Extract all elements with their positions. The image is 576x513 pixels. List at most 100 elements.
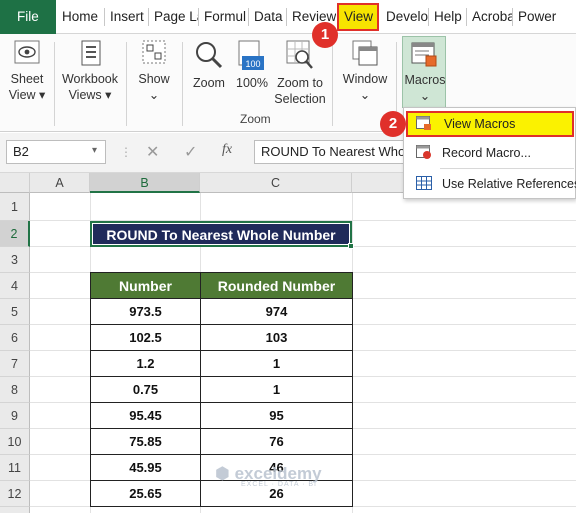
workbook-views-button[interactable]: Workbook Views ▾: [58, 38, 122, 110]
macros-icon: [411, 42, 437, 67]
callout-badge-2: 2: [380, 111, 406, 137]
callout-badge-1: 1: [312, 22, 338, 48]
cell-number[interactable]: 1.2: [90, 350, 201, 377]
sheet-view-label-2: View ▾: [8, 88, 46, 102]
record-macro-icon: [416, 145, 431, 159]
fill-handle[interactable]: [348, 243, 354, 249]
name-box-dropdown-icon[interactable]: ▾: [92, 145, 97, 156]
row-header[interactable]: 3: [0, 247, 30, 273]
sheet-view-label: Sheet: [10, 72, 44, 86]
cell-number[interactable]: 973.5: [90, 298, 201, 325]
ribbon-divider: [182, 42, 183, 126]
ribbon-divider: [54, 42, 55, 126]
chevron-down-icon: ⌄: [359, 88, 371, 102]
cell-rounded[interactable]: 103: [200, 324, 353, 351]
cell-rounded[interactable]: 974: [200, 298, 353, 325]
column-header-b[interactable]: B: [90, 173, 200, 193]
insert-function-icon[interactable]: fx: [222, 142, 232, 158]
magnifier-icon: [196, 42, 223, 69]
header-number[interactable]: Number: [90, 272, 201, 299]
workbook-views-label-2: Views ▾: [68, 88, 112, 102]
column-header-a[interactable]: A: [30, 173, 90, 193]
tab-help[interactable]: Help: [428, 3, 466, 31]
zoom-to-selection-button[interactable]: Zoom to Selection: [272, 38, 328, 110]
menu-item-label: Record Macro...: [442, 146, 531, 160]
zoom-label: Zoom: [193, 76, 225, 90]
tab-power[interactable]: Power: [512, 3, 564, 31]
zoom-to-selection-label-2: Selection: [274, 92, 326, 106]
workbook-views-label: Workbook: [61, 72, 119, 86]
column-header-c[interactable]: C: [200, 173, 352, 193]
title-cell[interactable]: ROUND To Nearest Whole Number: [90, 221, 352, 247]
row-header[interactable]: 9: [0, 403, 30, 429]
row-header: [0, 507, 30, 513]
cell-rounded[interactable]: 1: [200, 376, 353, 403]
tab-insert[interactable]: Insert: [104, 3, 148, 31]
ribbon-divider: [332, 42, 333, 126]
table-row: 1.2 1: [90, 350, 353, 377]
cell-number[interactable]: 75.85: [90, 428, 201, 455]
ribbon-tab-bar: File Home Insert Page La Formul Data Rev…: [0, 0, 576, 34]
menu-item-record-macro[interactable]: Record Macro...: [406, 140, 574, 166]
ribbon-divider: [126, 42, 127, 126]
name-box[interactable]: B2: [6, 140, 106, 164]
table-row: 95.45 95: [90, 402, 353, 429]
cancel-icon[interactable]: ✕: [146, 142, 159, 162]
tab-developer[interactable]: Develo: [380, 3, 428, 31]
workbook-views-icon: [81, 40, 101, 66]
zoom-button[interactable]: Zoom: [188, 38, 230, 108]
table-header-row: Number Rounded Number: [90, 272, 353, 299]
sheet-view-button[interactable]: Sheet View ▾: [4, 38, 50, 110]
chevron-down-icon: ⌄: [148, 88, 160, 102]
tab-view[interactable]: View: [337, 3, 379, 31]
zoom-100-button[interactable]: 100 100%: [232, 38, 272, 108]
cell-number[interactable]: 25.65: [90, 480, 201, 507]
window-button[interactable]: Window ⌄: [338, 38, 392, 110]
row-header[interactable]: 2: [0, 221, 30, 247]
row-header[interactable]: 10: [0, 429, 30, 455]
watermark-tagline: EXCEL · DATA · BI: [241, 481, 317, 488]
show-button[interactable]: Show ⌄: [130, 38, 178, 110]
view-macros-icon: [416, 116, 431, 130]
table-row: 0.75 1: [90, 376, 353, 403]
tab-acrobat[interactable]: Acroba: [466, 3, 512, 31]
table-row: 102.5 103: [90, 324, 353, 351]
cell-rounded[interactable]: 1: [200, 350, 353, 377]
macros-button[interactable]: Macros ⌄: [402, 36, 446, 108]
tab-file[interactable]: File: [0, 0, 56, 34]
row-header[interactable]: 4: [0, 273, 30, 299]
header-rounded-number[interactable]: Rounded Number: [200, 272, 353, 299]
menu-item-view-macros[interactable]: View Macros: [406, 111, 574, 137]
table-row: 75.85 76: [90, 428, 353, 455]
tab-data[interactable]: Data: [248, 3, 286, 31]
tab-home[interactable]: Home: [56, 3, 104, 31]
cell-rounded[interactable]: 76: [200, 428, 353, 455]
row-header[interactable]: 6: [0, 325, 30, 351]
zoom-to-selection-icon: [286, 40, 313, 69]
zoom-100-label: 100%: [236, 76, 268, 90]
row-header[interactable]: 11: [0, 455, 30, 481]
row-header[interactable]: 8: [0, 377, 30, 403]
menu-item-label: Use Relative References: [442, 177, 576, 191]
menu-item-use-relative-references[interactable]: Use Relative References: [406, 171, 576, 197]
cell-rounded[interactable]: 95: [200, 402, 353, 429]
table-row: 973.5 974: [90, 298, 353, 325]
enter-check-icon[interactable]: ✓: [184, 142, 197, 162]
window-label: Window: [342, 72, 388, 86]
cell-number[interactable]: 102.5: [90, 324, 201, 351]
select-all-corner[interactable]: [0, 173, 30, 193]
row-header[interactable]: 7: [0, 351, 30, 377]
tab-page-layout[interactable]: Page La: [148, 3, 198, 31]
chevron-down-icon: ⌄: [419, 89, 431, 103]
relative-references-icon: [416, 176, 432, 190]
row-header[interactable]: 12: [0, 481, 30, 507]
row-header[interactable]: 5: [0, 299, 30, 325]
watermark: ⬢ exceldemy EXCEL · DATA · BI: [215, 464, 322, 488]
cell-number[interactable]: 95.45: [90, 402, 201, 429]
row-header[interactable]: 1: [0, 193, 30, 221]
show-icon: [142, 40, 166, 64]
cell-number[interactable]: 45.95: [90, 454, 201, 481]
tab-formulas[interactable]: Formul: [198, 3, 248, 31]
cell-number[interactable]: 0.75: [90, 376, 201, 403]
menu-item-label: View Macros: [444, 117, 516, 131]
